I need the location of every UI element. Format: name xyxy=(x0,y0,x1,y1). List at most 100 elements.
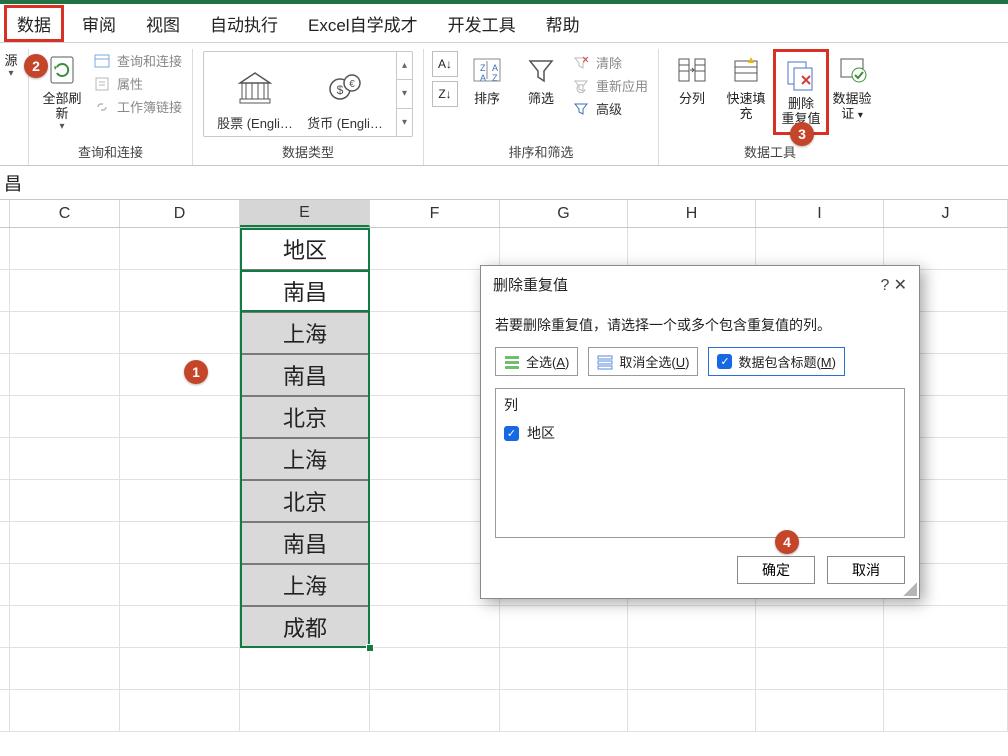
col-header[interactable]: G xyxy=(500,200,628,227)
data-validation-icon xyxy=(835,53,869,87)
listbox-header: 列 xyxy=(504,395,896,415)
tab-data[interactable]: 数据 xyxy=(4,5,64,42)
dialog-title: 删除重复值 xyxy=(493,274,568,295)
remove-duplicates-button[interactable]: 删除 重复值 xyxy=(777,54,825,130)
link-icon xyxy=(93,98,111,116)
currency-icon: $€ xyxy=(324,67,366,109)
col-header-selected[interactable]: E xyxy=(240,200,370,227)
col-header[interactable]: J xyxy=(884,200,1008,227)
worksheet[interactable]: C D E F G H I J 地区 南昌 上海 南昌 北京 上海 xyxy=(0,200,1008,756)
gallery-more[interactable]: ▾ xyxy=(397,109,412,136)
text-to-columns-button[interactable]: 分列 xyxy=(665,49,719,110)
select-all-icon xyxy=(504,354,520,370)
queries-icon xyxy=(93,52,111,70)
bank-icon xyxy=(234,67,276,109)
tab-help[interactable]: 帮助 xyxy=(534,5,592,42)
col-header[interactable]: F xyxy=(370,200,500,227)
ok-button[interactable]: 确定 xyxy=(737,556,815,584)
sort-dialog-icon: ZAAZ xyxy=(470,53,504,87)
tab-custom-excel[interactable]: Excel自学成才 xyxy=(296,5,430,42)
tab-review[interactable]: 审阅 xyxy=(70,5,128,42)
group-types-label: 数据类型 xyxy=(282,139,334,165)
ribbon: 源 ▾ 全部刷新 ▾ 查询和连接 属性 xyxy=(0,42,1008,166)
sort-desc-button[interactable]: Z↓ xyxy=(432,81,458,107)
ribbon-tabs: 数据 审阅 视图 自动执行 Excel自学成才 开发工具 帮助 xyxy=(0,4,1008,42)
formula-bar-value: 昌 xyxy=(4,170,22,196)
col-header[interactable]: D xyxy=(120,200,240,227)
filter-button[interactable]: 筛选 xyxy=(514,49,568,110)
table-cell[interactable]: 北京 xyxy=(240,396,370,438)
get-data-button[interactable]: 源 ▾ xyxy=(0,49,22,83)
table-cell[interactable]: 上海 xyxy=(240,312,370,354)
svg-text:Z: Z xyxy=(492,73,498,83)
sort-button[interactable]: ZAAZ 排序 xyxy=(460,49,514,110)
fill-handle[interactable] xyxy=(366,644,374,652)
currency-type[interactable]: $€ 货币 (Engli… xyxy=(300,67,390,132)
table-cell[interactable]: 南昌 xyxy=(240,270,370,312)
tab-automate[interactable]: 自动执行 xyxy=(198,5,290,42)
data-types-gallery[interactable]: 股票 (Engli… $€ 货币 (Engli… ▴ ▾ ▾ xyxy=(203,51,413,137)
annotation-4: 4 xyxy=(775,530,799,554)
table-cell[interactable]: 南昌 xyxy=(240,522,370,564)
table-header-cell[interactable]: 地区 xyxy=(240,228,370,270)
reapply-icon xyxy=(572,77,590,95)
table-cell[interactable]: 成都 xyxy=(240,606,370,648)
table-cell[interactable]: 上海 xyxy=(240,438,370,480)
sort-asc-button[interactable]: A↓ xyxy=(432,51,458,77)
gallery-down[interactable]: ▾ xyxy=(397,80,412,108)
annotation-1: 1 xyxy=(184,360,208,384)
unselect-all-icon xyxy=(597,354,613,370)
advanced-filter-button[interactable]: 高级 xyxy=(572,99,648,118)
group-queries-label: 查询和连接 xyxy=(78,139,143,165)
queries-connections-button[interactable]: 查询和连接 xyxy=(93,51,182,70)
sort-desc-icon: Z↓ xyxy=(438,87,451,101)
properties-button[interactable]: 属性 xyxy=(93,74,182,93)
resize-grip[interactable] xyxy=(903,582,917,596)
cancel-button[interactable]: 取消 xyxy=(827,556,905,584)
svg-text:Z: Z xyxy=(480,63,486,73)
clear-filter-button[interactable]: 清除 xyxy=(572,53,648,72)
formula-bar[interactable]: 昌 xyxy=(0,166,1008,200)
col-header[interactable]: H xyxy=(628,200,756,227)
table-cell[interactable]: 上海 xyxy=(240,564,370,606)
column-headers: C D E F G H I J xyxy=(0,200,1008,228)
dialog-description: 若要删除重复值，请选择一个或多个包含重复值的列。 xyxy=(495,315,905,335)
funnel-icon xyxy=(524,53,558,87)
data-has-header-checkbox[interactable]: ✓ 数据包含标题(M) xyxy=(708,347,845,376)
stocks-type[interactable]: 股票 (Engli… xyxy=(210,67,300,132)
dialog-help-button[interactable]: ? xyxy=(881,277,890,294)
table-cell[interactable]: 北京 xyxy=(240,480,370,522)
tab-view[interactable]: 视图 xyxy=(134,5,192,42)
dialog-close-button[interactable]: ✕ xyxy=(894,277,907,294)
clear-icon xyxy=(572,54,590,72)
properties-icon xyxy=(93,75,111,93)
svg-text:€: € xyxy=(349,79,355,90)
annotation-2: 2 xyxy=(24,54,48,78)
annotation-3: 3 xyxy=(790,122,814,146)
col-header[interactable]: C xyxy=(10,200,120,227)
advanced-icon xyxy=(572,100,590,118)
text-to-cols-icon xyxy=(675,53,709,87)
workbook-links-button[interactable]: 工作簿链接 xyxy=(93,97,182,116)
gallery-up[interactable]: ▴ xyxy=(397,52,412,80)
unselect-all-button[interactable]: 取消全选(U) xyxy=(588,347,698,376)
col-header[interactable] xyxy=(0,200,10,227)
remove-duplicates-dialog: 删除重复值 ? ✕ 若要删除重复值，请选择一个或多个包含重复值的列。 全选(A)… xyxy=(480,265,920,599)
flash-fill-icon xyxy=(729,53,763,87)
col-header[interactable]: I xyxy=(756,200,884,227)
flash-fill-button[interactable]: 快速填充 xyxy=(719,49,773,125)
select-all-button[interactable]: 全选(A) xyxy=(495,347,578,376)
data-validation-button[interactable]: 数据验 证 ▾ xyxy=(829,49,875,127)
refresh-icon xyxy=(45,53,79,87)
sort-asc-icon: A↓ xyxy=(438,57,452,71)
table-cell[interactable]: 南昌 xyxy=(240,354,370,396)
remove-duplicates-icon xyxy=(784,58,818,92)
columns-listbox[interactable]: 列 ✓ 地区 xyxy=(495,388,905,538)
svg-text:A: A xyxy=(492,63,498,73)
listbox-item[interactable]: ✓ 地区 xyxy=(504,423,896,443)
tab-developer[interactable]: 开发工具 xyxy=(436,5,528,42)
svg-text:A: A xyxy=(480,73,486,83)
svg-text:$: $ xyxy=(337,83,344,97)
reapply-button[interactable]: 重新应用 xyxy=(572,76,648,95)
group-tools-label: 数据工具 xyxy=(744,139,796,165)
